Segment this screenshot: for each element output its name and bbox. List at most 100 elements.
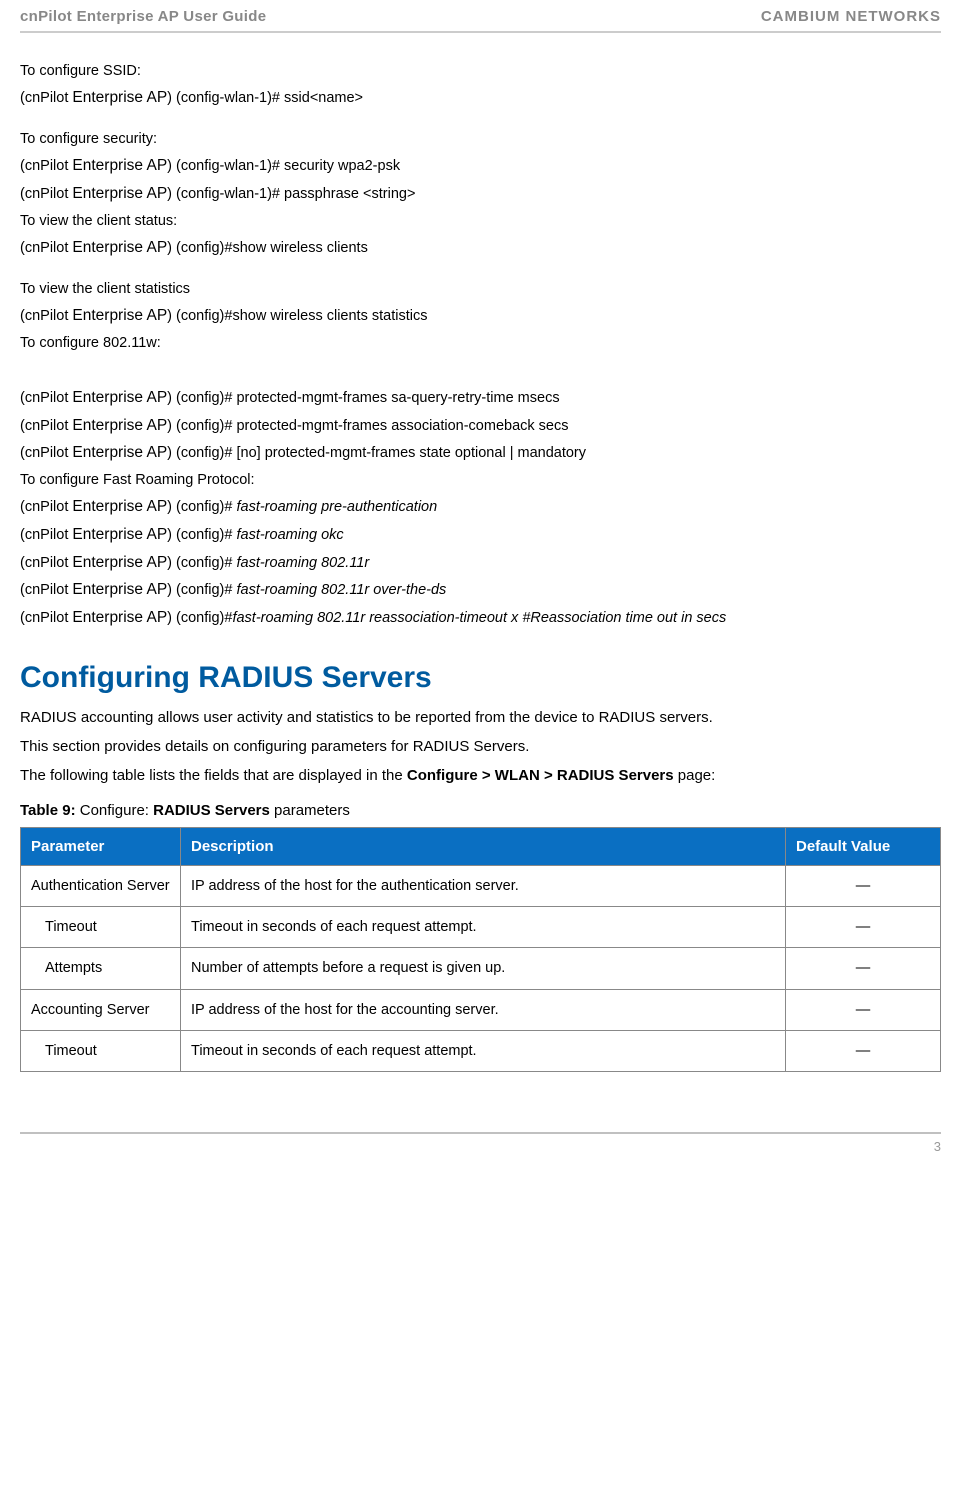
intro-client-status: To view the client status: [20, 211, 941, 231]
cell-desc: Number of attempts before a request is g… [181, 948, 786, 989]
brand-suffix: ) [167, 418, 176, 434]
cell-default: — [786, 907, 941, 948]
cli-security: (cnPilot Enterprise AP) (config-wlan-1)#… [20, 155, 941, 177]
cell-default: — [786, 865, 941, 906]
brand-prefix: (cnPilot [20, 90, 72, 106]
header-left: cnPilot Enterprise AP User Guide [20, 6, 266, 27]
brand-name: Enterprise AP [72, 554, 167, 571]
brand-suffix: ) [167, 240, 176, 256]
cmd: fast-roaming 802.11r reassociation-timeo… [232, 610, 726, 626]
context: (config)# [176, 610, 232, 626]
radius-heading: Configuring RADIUS Servers [20, 657, 941, 699]
cell-param: Accounting Server [21, 989, 181, 1030]
cli-fr-preauth: (cnPilot Enterprise AP) (config)# fast-r… [20, 496, 941, 518]
brand-prefix: (cnPilot [20, 418, 72, 434]
p3-bold: Configure > WLAN > RADIUS Servers [407, 767, 674, 784]
brand-name: Enterprise AP [72, 185, 167, 202]
cli-fr-reassoc: (cnPilot Enterprise AP) (config)#fast-ro… [20, 607, 941, 629]
intro-80211w: To configure 802.11w: [20, 333, 941, 353]
cmd: protected-mgmt-frames sa-query-retry-tim… [236, 390, 559, 406]
intro-ssid: To configure SSID: [20, 61, 941, 81]
context: (config)# [176, 390, 236, 406]
cmd: [no] protected-mgmt-frames state optiona… [236, 445, 586, 461]
brand-prefix: (cnPilot [20, 158, 72, 174]
cli-fr-okc: (cnPilot Enterprise AP) (config)# fast-r… [20, 524, 941, 546]
brand-prefix: (cnPilot [20, 499, 72, 515]
brand-suffix: ) [167, 158, 176, 174]
cell-desc: IP address of the host for the authentic… [181, 865, 786, 906]
cell-default: — [786, 948, 941, 989]
brand-name: Enterprise AP [72, 307, 167, 324]
context: (config)# [176, 308, 232, 324]
brand-name: Enterprise AP [72, 389, 167, 406]
cli-client-status: (cnPilot Enterprise AP) (config)#show wi… [20, 237, 941, 259]
cell-default: — [786, 1030, 941, 1071]
table-caption: Table 9: Configure: RADIUS Servers param… [20, 800, 941, 821]
cmd: fast-roaming pre-authentication [236, 499, 437, 515]
cli-fr-80211r: (cnPilot Enterprise AP) (config)# fast-r… [20, 552, 941, 574]
brand-name: Enterprise AP [72, 526, 167, 543]
brand-suffix: ) [167, 308, 176, 324]
brand-prefix: (cnPilot [20, 240, 72, 256]
context: (config)# [176, 240, 232, 256]
radius-p2: This section provides details on configu… [20, 736, 941, 757]
cell-param: Authentication Server [21, 865, 181, 906]
page-number: 3 [20, 1134, 941, 1156]
brand-prefix: (cnPilot [20, 308, 72, 324]
header-right: CAMBIUM NETWORKS [761, 6, 941, 27]
brand-suffix: ) [167, 445, 176, 461]
radius-p1: RADIUS accounting allows user activity a… [20, 707, 941, 728]
table-row: Authentication Server IP address of the … [21, 865, 941, 906]
cmd: fast-roaming 802.11r [236, 555, 369, 571]
table-row: Attempts Number of attempts before a req… [21, 948, 941, 989]
cli-pmf-assoc: (cnPilot Enterprise AP) (config)# protec… [20, 415, 941, 437]
cell-desc: Timeout in seconds of each request attem… [181, 907, 786, 948]
brand-name: Enterprise AP [72, 89, 167, 106]
cli-passphrase: (cnPilot Enterprise AP) (config-wlan-1)#… [20, 183, 941, 205]
context: (config)# [176, 445, 236, 461]
cmd: ssid<name> [284, 90, 363, 106]
context: (config-wlan-1)# [176, 90, 284, 106]
brand-name: Enterprise AP [72, 239, 167, 256]
cli-pmf-state: (cnPilot Enterprise AP) (config)# [no] p… [20, 442, 941, 464]
caption-post: parameters [270, 802, 350, 819]
brand-suffix: ) [167, 555, 176, 571]
brand-prefix: (cnPilot [20, 390, 72, 406]
brand-name: Enterprise AP [72, 157, 167, 174]
th-description: Description [181, 827, 786, 865]
brand-name: Enterprise AP [72, 444, 167, 461]
cmd: passphrase <string> [284, 186, 415, 202]
context: (config)# [176, 418, 236, 434]
context: (config-wlan-1)# [176, 158, 284, 174]
brand-prefix: (cnPilot [20, 186, 72, 202]
p3-post: page: [674, 767, 716, 784]
cli-client-stats: (cnPilot Enterprise AP) (config)#show wi… [20, 305, 941, 327]
radius-params-table: Parameter Description Default Value Auth… [20, 827, 941, 1072]
brand-name: Enterprise AP [72, 609, 167, 626]
table-header-row: Parameter Description Default Value [21, 827, 941, 865]
brand-prefix: (cnPilot [20, 582, 72, 598]
brand-name: Enterprise AP [72, 581, 167, 598]
brand-suffix: ) [167, 610, 176, 626]
cmd: security wpa2-psk [284, 158, 400, 174]
cmd: fast-roaming 802.11r over-the-ds [236, 582, 446, 598]
cell-param: Timeout [21, 1030, 181, 1071]
cell-desc: IP address of the host for the accountin… [181, 989, 786, 1030]
cell-param: Attempts [21, 948, 181, 989]
brand-prefix: (cnPilot [20, 555, 72, 571]
cli-ssid: (cnPilot Enterprise AP) (config-wlan-1)#… [20, 87, 941, 109]
brand-suffix: ) [167, 527, 176, 543]
brand-name: Enterprise AP [72, 498, 167, 515]
intro-security: To configure security: [20, 129, 941, 149]
page-header: cnPilot Enterprise AP User Guide CAMBIUM… [20, 0, 941, 33]
intro-fast-roaming: To configure Fast Roaming Protocol: [20, 470, 941, 490]
brand-prefix: (cnPilot [20, 527, 72, 543]
th-default: Default Value [786, 827, 941, 865]
brand-suffix: ) [167, 90, 176, 106]
cli-pmf-sa-query: (cnPilot Enterprise AP) (config)# protec… [20, 387, 941, 409]
brand-prefix: (cnPilot [20, 610, 72, 626]
caption-bold: RADIUS Servers [153, 802, 270, 819]
brand-suffix: ) [167, 582, 176, 598]
context: (config)# [176, 582, 236, 598]
context: (config)# [176, 555, 236, 571]
